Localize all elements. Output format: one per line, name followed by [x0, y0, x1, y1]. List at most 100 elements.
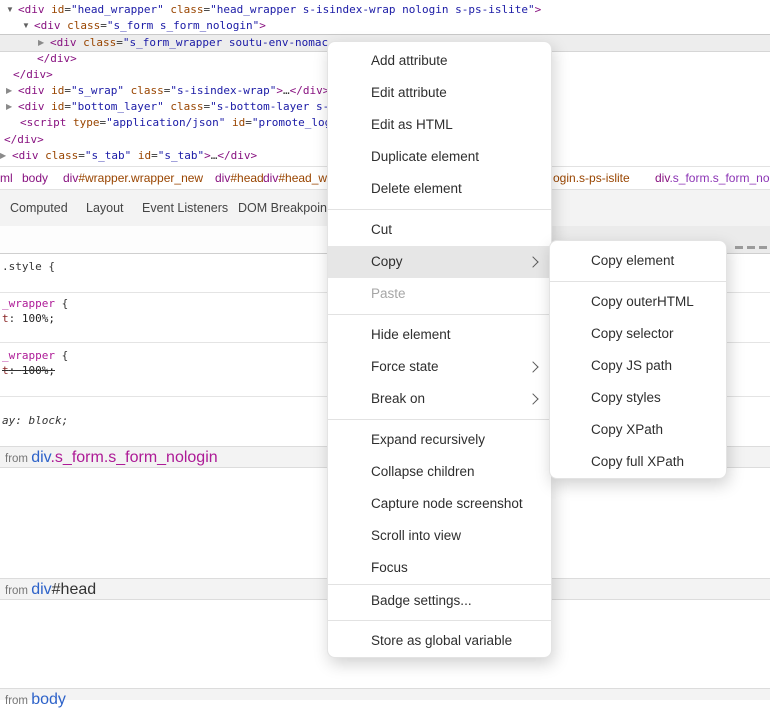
- menu-item-label: Delete element: [371, 181, 462, 196]
- crumb-tag: div: [215, 171, 230, 185]
- menu-item-force-state[interactable]: Force state: [328, 351, 551, 383]
- dom-line[interactable]: <div class="s_form s_form_nologin">: [34, 18, 266, 34]
- submenu-item-copy-outerhtml[interactable]: Copy outerHTML: [550, 286, 726, 318]
- expand-arrow-icon[interactable]: ▼: [6, 2, 14, 18]
- code-token: >: [535, 3, 542, 16]
- crumb-tag: body: [22, 171, 48, 185]
- submenu-item-copy-js-path[interactable]: Copy JS path: [550, 350, 726, 382]
- menu-item-add-attribute[interactable]: Add attribute: [328, 45, 551, 77]
- code-token: .s_form.s_form_nologin: [50, 449, 217, 466]
- collapse-arrow-icon[interactable]: ▶: [0, 148, 6, 164]
- dom-line[interactable]: </div>: [37, 51, 77, 67]
- code-token: id: [45, 100, 65, 113]
- menu-item-label: Copy JS path: [591, 358, 672, 373]
- menu-item-cut[interactable]: Cut: [328, 214, 551, 246]
- code-token: class: [164, 3, 204, 16]
- code-token: <div: [18, 100, 45, 113]
- code-token: 100%;: [22, 312, 55, 325]
- code-token: "s-isindex-wrap": [170, 84, 276, 97]
- dom-line-selected[interactable]: <div class="s_form_wrapper soutu-env-nom…: [50, 35, 328, 51]
- code-token: id: [45, 3, 65, 16]
- menu-item-store-as-global-variable[interactable]: Store as global variable: [328, 625, 551, 657]
- code-token: >: [259, 19, 266, 32]
- menu-item-capture-node-screenshot[interactable]: Capture node screenshot: [328, 488, 551, 520]
- menu-separator: [328, 419, 551, 420]
- code-token: id: [45, 84, 65, 97]
- breadcrumb-item-html[interactable]: html: [0, 167, 13, 189]
- dom-line[interactable]: <script type="application/json" id="prom…: [20, 115, 331, 131]
- menu-item-focus[interactable]: Focus: [328, 552, 551, 584]
- tab-event-listeners[interactable]: Event Listeners: [142, 198, 228, 218]
- menu-item-paste[interactable]: Paste: [328, 278, 551, 310]
- code-token: {: [55, 349, 68, 362]
- menu-item-delete-element[interactable]: Delete element: [328, 173, 551, 205]
- submenu-item-copy-element[interactable]: Copy element: [550, 245, 726, 277]
- submenu-item-copy-xpath[interactable]: Copy XPath: [550, 414, 726, 446]
- code-token: id: [225, 116, 245, 129]
- code-token: "head_wrapper s-isindex-wrap nologin s-p…: [210, 3, 535, 16]
- style-rule-selector[interactable]: .style {: [2, 259, 55, 275]
- breadcrumb-item-head-wrapper[interactable]: div#head_wrapper.head_wrapper.s-isindex-…: [263, 167, 327, 189]
- code-token: >: [204, 149, 211, 162]
- menu-item-edit-as-html[interactable]: Edit as HTML: [328, 109, 551, 141]
- expand-arrow-icon[interactable]: ▼: [22, 18, 30, 34]
- code-token: "head_wrapper": [71, 3, 164, 16]
- menu-item-hide-element[interactable]: Hide element: [328, 319, 551, 351]
- submenu-item-copy-styles[interactable]: Copy styles: [550, 382, 726, 414]
- dom-line[interactable]: <div id="s_wrap" class="s-isindex-wrap">…: [18, 83, 329, 99]
- style-rule-property[interactable]: t: 100%;: [2, 311, 55, 327]
- code-token: "s_form s_form_nologin": [107, 19, 259, 32]
- menu-item-label: Scroll into view: [371, 528, 461, 543]
- menu-item-collapse-children[interactable]: Collapse children: [328, 456, 551, 488]
- menu-item-badge-settings[interactable]: Badge settings...: [328, 585, 551, 617]
- breadcrumb-item-body[interactable]: body: [22, 167, 48, 189]
- tab-computed[interactable]: Computed: [10, 198, 68, 218]
- menu-item-copy[interactable]: Copy: [328, 246, 551, 278]
- dom-line[interactable]: </div>: [13, 67, 53, 83]
- dom-line[interactable]: <div class="s_tab" id="s_tab">…</div>: [12, 148, 257, 164]
- menu-item-label: Edit attribute: [371, 85, 447, 100]
- code-token: <div: [12, 149, 39, 162]
- code-token: div: [31, 449, 50, 466]
- code-token: <div: [34, 19, 61, 32]
- submenu-item-copy-full-xpath[interactable]: Copy full XPath: [550, 446, 726, 478]
- code-token: <div: [18, 84, 45, 97]
- breadcrumb-item-head-wrapper-tail[interactable]: ogin.s-ps-islite: [553, 167, 630, 189]
- breadcrumb-item-s-form[interactable]: div.s_form.s_form_nologin: [655, 167, 770, 189]
- inherited-from-body[interactable]: from body: [0, 688, 770, 700]
- code-token: :: [9, 364, 22, 377]
- code-token: _wrapper: [2, 297, 55, 310]
- menu-item-duplicate-element[interactable]: Duplicate element: [328, 141, 551, 173]
- menu-item-scroll-into-view[interactable]: Scroll into view: [328, 520, 551, 552]
- code-token: t: [2, 312, 9, 325]
- menu-item-break-on[interactable]: Break on: [328, 383, 551, 415]
- crumb-suffix: #head: [230, 171, 263, 185]
- style-rule-property[interactable]: ay: block;: [2, 413, 68, 429]
- code-token: _wrapper: [2, 349, 55, 362]
- breadcrumb-item-head[interactable]: div#head: [215, 167, 264, 189]
- menu-item-label: Duplicate element: [371, 149, 479, 164]
- tab-layout[interactable]: Layout: [86, 198, 124, 218]
- style-rule-selector[interactable]: _wrapper {: [2, 348, 68, 364]
- submenu-chevron-icon: [527, 393, 538, 404]
- collapse-arrow-icon[interactable]: ▶: [38, 35, 44, 51]
- dom-line[interactable]: </div>: [4, 132, 44, 148]
- collapse-arrow-icon[interactable]: ▶: [6, 83, 12, 99]
- crumb-tag: div: [63, 171, 78, 185]
- code-token: class: [77, 36, 117, 49]
- collapse-arrow-icon[interactable]: ▶: [6, 99, 12, 115]
- dom-line[interactable]: <div id="head_wrapper" class="head_wrapp…: [18, 2, 541, 18]
- dom-line[interactable]: <div id="bottom_layer" class="s-bottom-l…: [18, 99, 329, 115]
- submenu-item-copy-selector[interactable]: Copy selector: [550, 318, 726, 350]
- menu-item-edit-attribute[interactable]: Edit attribute: [328, 77, 551, 109]
- style-rule-selector[interactable]: _wrapper {: [2, 296, 68, 312]
- style-rule-property-overridden[interactable]: t: 100%;: [2, 363, 55, 379]
- code-token: type: [66, 116, 99, 129]
- menu-item-expand-recursively[interactable]: Expand recursively: [328, 424, 551, 456]
- code-token: "s_wrap": [71, 84, 124, 97]
- code-token: =: [64, 3, 71, 16]
- menu-item-label: Cut: [371, 222, 392, 237]
- menu-separator: [550, 281, 726, 282]
- breadcrumb-item-wrapper[interactable]: div#wrapper.wrapper_new: [63, 167, 203, 189]
- tab-dom-breakpoints[interactable]: DOM Breakpoints: [238, 198, 337, 218]
